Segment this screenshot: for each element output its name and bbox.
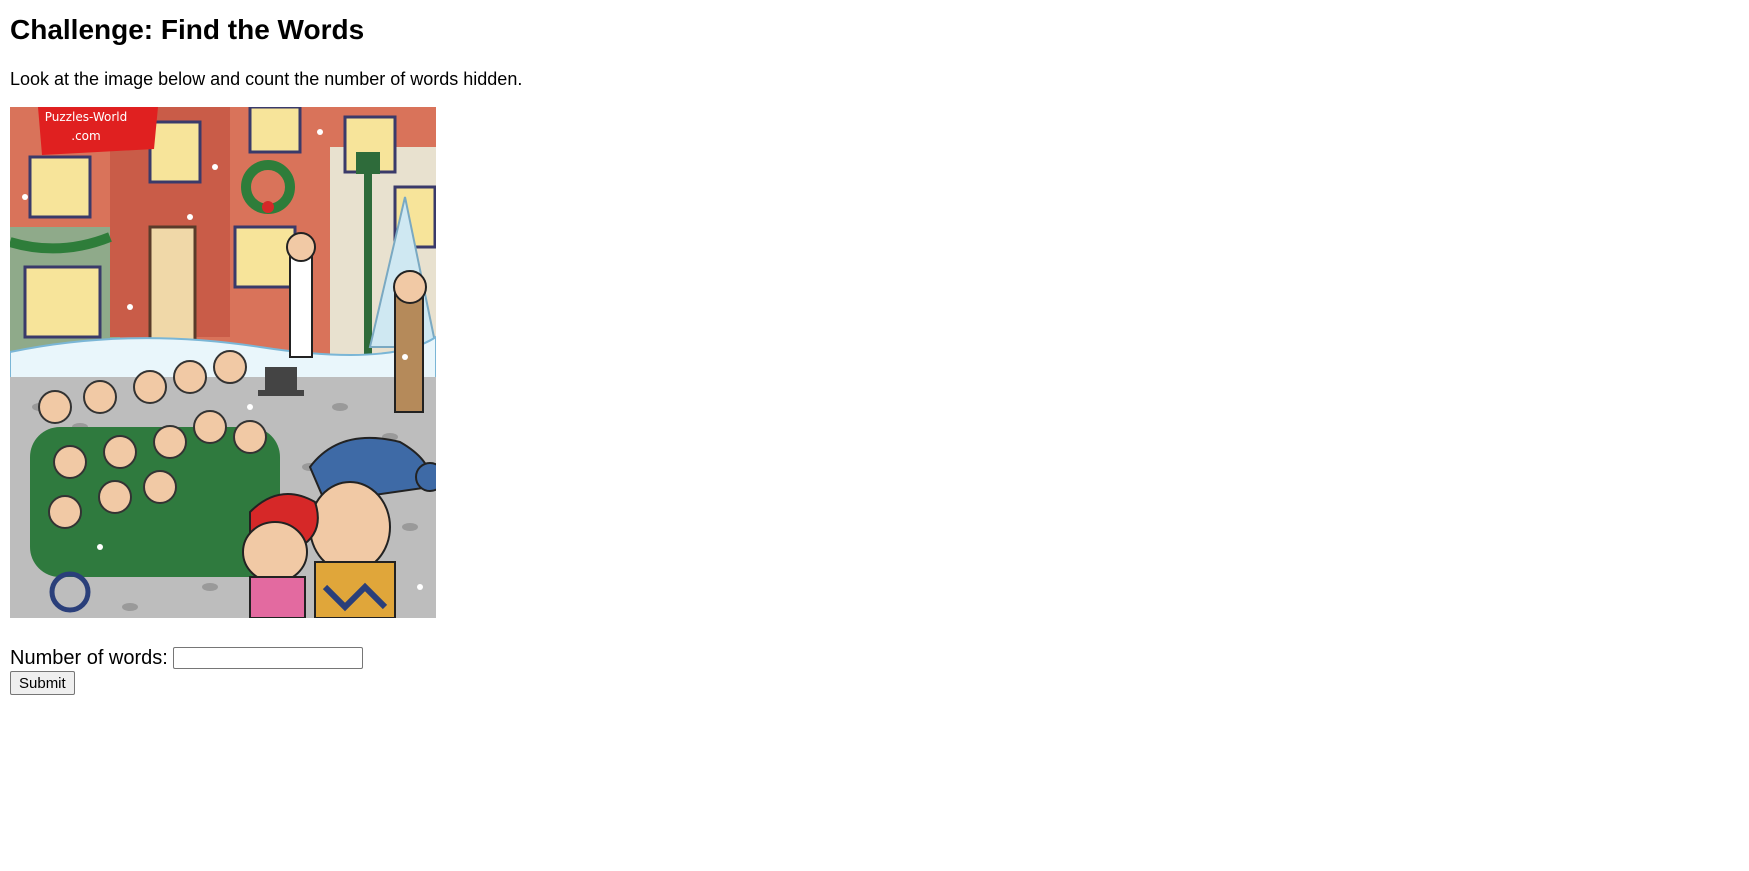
answer-label: Number of words:: [10, 646, 168, 669]
word-count-input[interactable]: [172, 647, 363, 669]
page-container: Challenge: Find the Words Look at the im…: [0, 0, 1749, 695]
page-title: Challenge: Find the Words: [10, 14, 365, 45]
puzzle-image: Puzzles-World .com: [10, 107, 436, 618]
submit-button[interactable]: Submit: [10, 671, 75, 695]
logo-line2: .com: [71, 129, 100, 143]
logo-line1: Puzzles-World: [45, 110, 127, 124]
instructions-text: Look at the image below and count the nu…: [10, 69, 523, 89]
answer-row: Number of words:: [10, 646, 1739, 670]
